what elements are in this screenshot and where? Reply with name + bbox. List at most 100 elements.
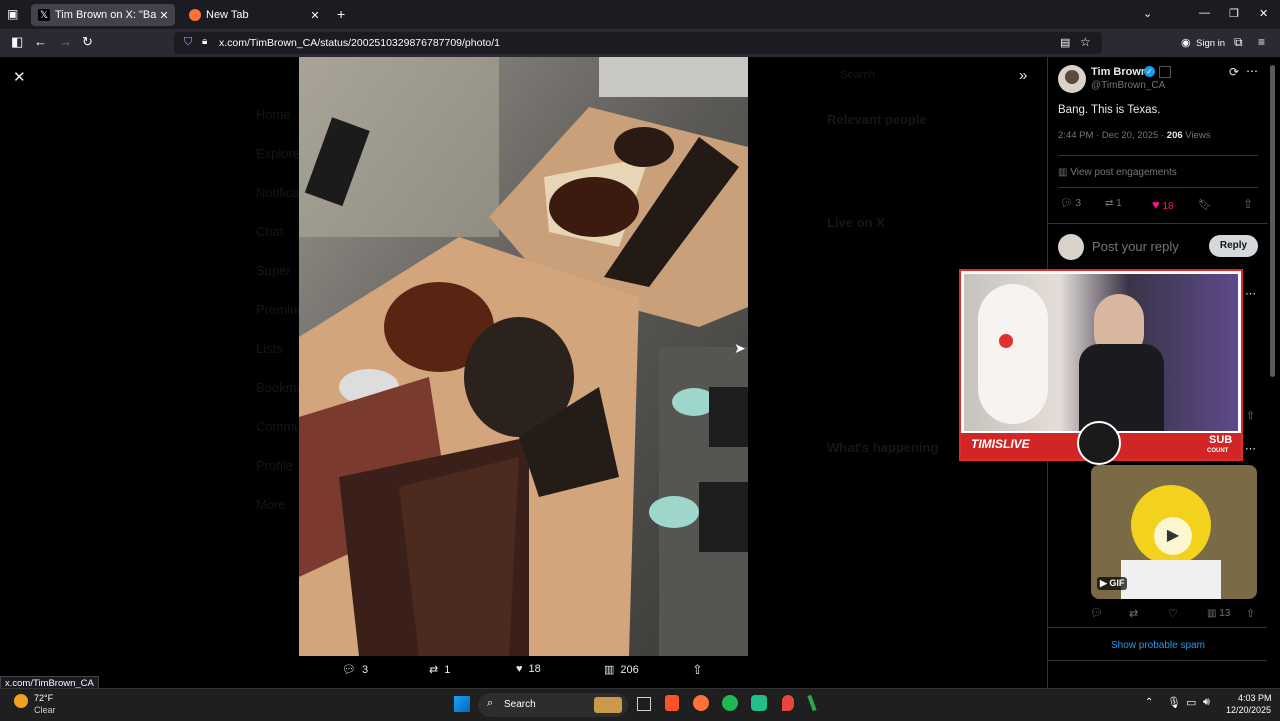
tab-active[interactable]: 𝕏 Tim Brown on X: "Bang. This is T ✕ [31, 4, 175, 26]
divider [1058, 155, 1258, 156]
firefox-icon [189, 9, 201, 21]
network-icon[interactable]: ▭ [1186, 696, 1196, 709]
extensions-icon[interactable]: ⧉ [1234, 35, 1243, 50]
views-action[interactable]: ▥ 13 [1207, 608, 1230, 619]
play-icon[interactable]: ▶ [1154, 517, 1192, 555]
bar-chart-icon: ▥ [1058, 167, 1068, 178]
bookmark-icon[interactable]: 🔖︎ [1198, 198, 1212, 211]
taskbar-search[interactable]: ⌕ Search [478, 693, 628, 717]
author-name[interactable]: Tim Brown [1091, 66, 1148, 78]
clock-date[interactable]: 12/20/2025 [1226, 705, 1271, 715]
reader-mode-icon[interactable]: ▤ [1060, 36, 1070, 49]
list-tabs-icon[interactable]: ⌄ [1143, 7, 1152, 20]
url-bar[interactable]: ⛉ 🔒︎ x.com/TimBrown_CA/status/2002510329… [174, 32, 1102, 54]
menu-icon[interactable]: ≡ [1258, 35, 1265, 49]
spotify-icon[interactable] [722, 695, 738, 711]
mouse-cursor-icon: ➤ [734, 340, 746, 356]
repost-count: 1 [444, 663, 451, 676]
photo-repost-action[interactable]: ⇄ 1 [429, 663, 451, 677]
tab-overview-icon[interactable]: ▣ [7, 7, 18, 21]
post-photo[interactable] [299, 57, 748, 656]
more-options-icon[interactable]: ⋯ [1245, 442, 1256, 455]
more-options-icon[interactable]: ⋯ [1246, 64, 1258, 78]
pen-app-icon[interactable] [807, 694, 817, 712]
share-icon[interactable]: ⇧ [1246, 409, 1255, 422]
verified-badge-icon: ✓ [1144, 66, 1155, 77]
firefox-icon[interactable] [693, 695, 709, 711]
my-avatar [1058, 234, 1084, 260]
maps-icon[interactable] [782, 695, 794, 711]
repost-icon: ⇄ [1105, 198, 1114, 209]
like-action[interactable]: ♥ 18 [1152, 197, 1174, 212]
scrollbar[interactable] [1270, 65, 1275, 377]
post-views-count: 206 [1166, 130, 1183, 141]
photo-like-action[interactable]: ♥ 18 [516, 663, 541, 675]
share-icon[interactable]: ⇧ [1246, 607, 1255, 620]
reply-action[interactable]: 💬︎ 3 [1060, 198, 1081, 209]
reload-icon[interactable]: ↻ [82, 34, 93, 50]
reply-icon: 💬︎ [342, 664, 356, 676]
expand-panel-icon[interactable]: » [1019, 67, 1027, 84]
sign-in-button[interactable]: Sign in [1196, 38, 1225, 49]
repost-icon[interactable]: ⇄ [1129, 607, 1138, 620]
photo-views-action[interactable]: ▥ 206 [604, 663, 639, 677]
clock-time[interactable]: 4:03 PM [1238, 693, 1272, 703]
task-view-icon[interactable] [637, 697, 651, 711]
heart-icon[interactable]: ♡ [1168, 607, 1178, 620]
close-tab-icon[interactable]: ✕ [308, 9, 322, 22]
grok-icon[interactable]: ⟳ [1229, 65, 1239, 79]
gif-views-count: 13 [1219, 608, 1231, 619]
post-views-label: Views [1182, 130, 1211, 141]
share-icon[interactable]: ⇧ [1243, 197, 1253, 211]
app-icon[interactable] [751, 695, 767, 711]
shield-icon[interactable]: ⛉ [184, 36, 192, 49]
reply-input[interactable]: Post your reply [1092, 239, 1179, 254]
weather-condition: Clear [34, 705, 56, 715]
bg-whats-happening: What's happening [827, 440, 939, 455]
webcam-overlay: TIMISLIVE SUB COUNT [959, 269, 1243, 465]
repost-action[interactable]: ⇄ 1 [1105, 198, 1122, 209]
show-probable-spam-link[interactable]: Show probable spam [1111, 640, 1205, 651]
weather-temp[interactable]: 72°F [34, 693, 53, 703]
author-handle[interactable]: @TimBrown_CA [1091, 80, 1165, 91]
new-tab-icon[interactable]: + [337, 6, 345, 22]
photo-reply-action[interactable]: 💬︎ 3 [342, 663, 368, 677]
gif-media[interactable]: ▶ ▶ GIF [1091, 465, 1257, 599]
share-icon[interactable]: ⇧ [692, 662, 703, 678]
search-icon: ⌕ [487, 697, 494, 709]
post-time[interactable]: 2:44 PM · Dec 20, 2025 · [1058, 130, 1167, 141]
volume-icon[interactable]: 🔊︎ [1203, 696, 1210, 709]
minimize-icon[interactable]: — [1199, 7, 1210, 19]
sidebar-icon[interactable]: ◧ [11, 34, 23, 50]
close-tab-icon[interactable]: ✕ [157, 9, 171, 22]
reply-button[interactable]: Reply [1209, 235, 1258, 257]
divider [1047, 627, 1267, 628]
account-icon[interactable]: ◉ [1181, 36, 1191, 49]
search-highlight-image [594, 697, 622, 713]
back-icon[interactable]: ← [34, 34, 47, 49]
microphone-icon[interactable]: 🎙︎ [1167, 696, 1181, 709]
bulldog-logo-icon [1077, 421, 1121, 465]
maximize-icon[interactable]: ❐ [1229, 7, 1239, 20]
reply-icon[interactable]: 💬︎ [1090, 608, 1103, 619]
sub-count-label-2: COUNT [1207, 448, 1229, 454]
weather-icon[interactable] [14, 694, 28, 708]
url-text[interactable]: x.com/TimBrown_CA/status/200251032987678… [219, 37, 500, 49]
bg-nav-item: Explore [256, 146, 301, 161]
tab-new[interactable]: New Tab ✕ [182, 4, 326, 26]
engagements-label: View post engagements [1070, 167, 1177, 178]
bbq-photo-image [299, 57, 748, 656]
close-icon[interactable]: ✕ [13, 68, 26, 86]
windows-start-icon[interactable] [454, 696, 470, 712]
close-window-icon[interactable]: ✕ [1259, 7, 1268, 20]
divider [1048, 223, 1268, 224]
forward-icon[interactable]: → [59, 34, 72, 49]
bookmark-star-icon[interactable]: ☆ [1080, 35, 1091, 49]
view-engagements-link[interactable]: ▥ View post engagements [1058, 167, 1177, 178]
post-meta: 2:44 PM · Dec 20, 2025 · 206 Views [1058, 130, 1210, 141]
brave-icon[interactable] [665, 695, 679, 711]
tray-chevron-icon[interactable]: ⌃ [1145, 697, 1153, 708]
lock-icon[interactable]: 🔒︎ [202, 36, 207, 47]
avatar[interactable] [1058, 65, 1086, 93]
more-options-icon[interactable]: ⋯ [1245, 287, 1256, 300]
